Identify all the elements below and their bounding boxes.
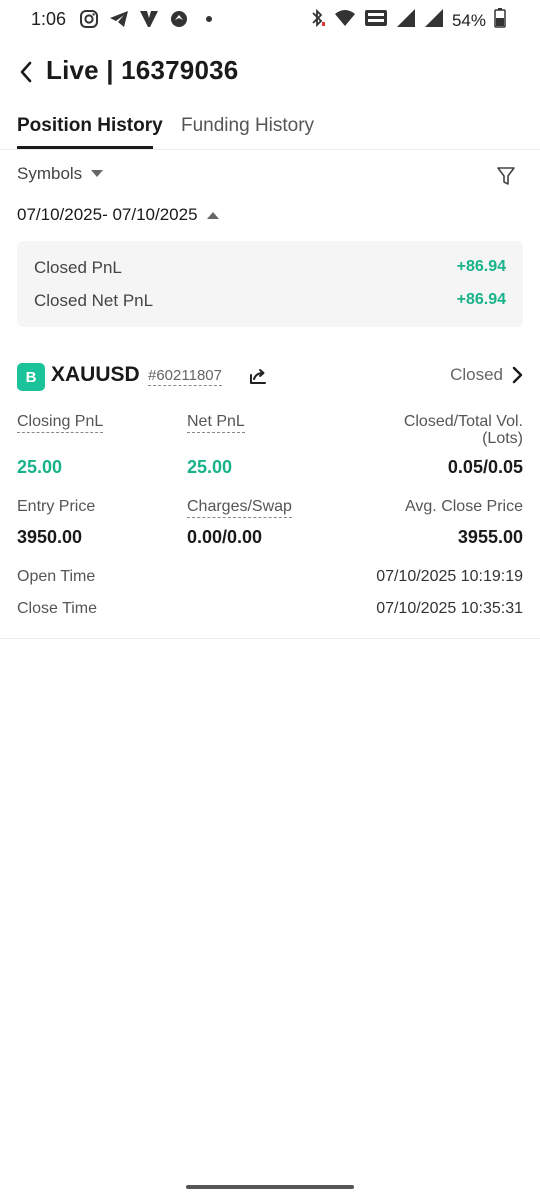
date-range-label: 07/10/2025- 07/10/2025 — [17, 205, 198, 224]
position-status-link[interactable]: Closed — [450, 365, 523, 385]
closing-pnl-value: 25.00 — [17, 457, 63, 477]
status-time: 1:06 — [31, 9, 67, 29]
avg-close-price-value: 3955.00 — [457, 527, 523, 547]
pnl-summary-card: Closed PnL +86.94 Closed Net PnL +86.94 — [17, 241, 523, 327]
entry-price-value: 3950.00 — [17, 527, 83, 547]
battery-percent: 54% — [451, 10, 486, 30]
chevron-left-icon — [20, 61, 32, 83]
entry-price-label: Entry Price — [17, 498, 96, 515]
volume-label-line1: Closed/Total Vol. — [403, 413, 523, 430]
status-label: Closed — [450, 365, 503, 384]
system-icons: 54% — [308, 8, 506, 33]
instagram-icon — [79, 9, 99, 29]
symbols-dropdown[interactable]: Symbols — [17, 164, 104, 184]
closing-pnl-label[interactable]: Closing PnL — [17, 413, 104, 433]
close-time-label: Close Time — [17, 600, 98, 617]
buy-badge: B — [17, 363, 45, 391]
back-button[interactable] — [12, 56, 40, 88]
charges-swap-value: 0.00/0.00 — [187, 527, 263, 547]
signal-icon — [396, 8, 416, 33]
closed-net-pnl-row: Closed Net PnL +86.94 — [34, 291, 506, 311]
order-id-link[interactable]: #60211807 — [148, 367, 222, 386]
tab-funding-history[interactable]: Funding History — [181, 115, 314, 137]
bluetooth-icon — [308, 8, 326, 33]
net-pnl-value: 25.00 — [187, 457, 233, 477]
gesture-home-bar[interactable] — [186, 1185, 354, 1189]
tab-position-history[interactable]: Position History — [17, 115, 163, 137]
avg-close-price-label: Avg. Close Price — [405, 498, 523, 515]
symbol-name: XAUUSD — [51, 363, 140, 386]
closed-net-pnl-value: +86.94 — [456, 291, 506, 308]
page-title: Live | 16379036 — [46, 55, 239, 85]
tab-bar: Position History Funding History — [0, 108, 540, 150]
closed-pnl-row: Closed PnL +86.94 — [34, 258, 506, 278]
maps-icon — [169, 9, 189, 29]
status-bar: 1:06 54% — [0, 0, 540, 40]
volume-value: 0.05/0.05 — [447, 457, 523, 477]
open-time-value: 07/10/2025 10:19:19 — [376, 568, 523, 585]
caret-down-icon — [91, 170, 104, 177]
closed-net-pnl-label: Closed Net PnL — [34, 291, 154, 310]
dot-icon — [199, 9, 219, 29]
notification-icons — [79, 9, 219, 29]
app-header: Live | 16379036 — [0, 50, 540, 94]
signal-icon — [424, 8, 444, 33]
filter-icon[interactable] — [496, 166, 516, 186]
symbols-label: Symbols — [17, 164, 83, 183]
net-pnl-label[interactable]: Net PnL — [187, 413, 245, 433]
closed-pnl-value: +86.94 — [456, 258, 506, 275]
date-range-selector[interactable]: 07/10/2025- 07/10/2025 — [17, 205, 220, 225]
closed-pnl-label: Closed PnL — [34, 258, 122, 277]
charges-swap-label[interactable]: Charges/Swap — [187, 498, 292, 518]
telegram-icon — [109, 9, 129, 29]
chevron-right-icon — [512, 366, 523, 384]
volume-label-line2: (Lots) — [482, 430, 523, 447]
open-time-label: Open Time — [17, 568, 96, 585]
volte-icon — [364, 8, 388, 33]
caret-up-icon — [206, 212, 219, 219]
share-icon[interactable] — [248, 366, 268, 386]
active-tab-indicator — [17, 146, 153, 149]
wifi-icon — [334, 8, 356, 33]
battery-icon — [494, 8, 506, 33]
close-time-value: 07/10/2025 10:35:31 — [376, 600, 523, 617]
v-app-icon — [139, 9, 159, 29]
position-card[interactable]: B XAUUSD #60211807 Closed Closing PnL Ne… — [0, 355, 540, 639]
